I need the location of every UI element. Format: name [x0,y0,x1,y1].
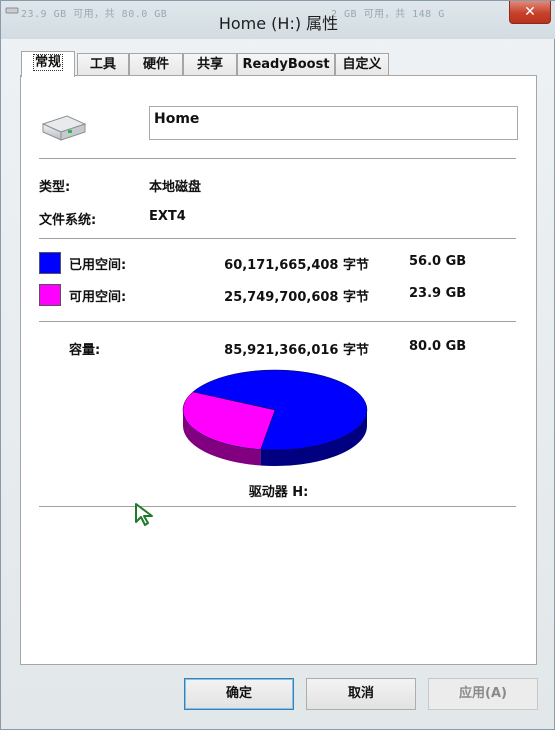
divider [39,506,516,507]
type-label: 类型: [39,180,71,195]
window-title: Home (H:) 属性 [218,14,339,33]
type-value: 本地磁盘 [149,180,202,195]
close-icon: ✕ [524,4,536,20]
tab-tools[interactable]: 工具 [77,53,129,75]
tab-customize[interactable]: 自定义 [335,53,389,75]
divider [39,238,516,239]
tab-readyboost[interactable]: ReadyBoost [237,53,335,75]
filesystem-value: EXT4 [149,209,186,224]
tab-hardware[interactable]: 硬件 [129,53,183,75]
used-space-color-swatch [39,252,61,274]
filesystem-label: 文件系统: [39,213,97,228]
free-space-size: 23.9 GB [409,286,467,301]
title-bar[interactable]: 23.9 GB 可用，共 80.0 GB 2 GB 可用，共 148 G Hom… [1,1,555,39]
hard-drive-icon [41,115,87,141]
tab-sharing[interactable]: 共享 [183,53,237,75]
apply-button[interactable]: 应用(A) [428,678,538,710]
used-space-size: 56.0 GB [409,254,467,269]
disk-usage-pie-chart [182,369,368,466]
close-button[interactable]: ✕ [509,1,551,24]
used-space-label: 已用空间: [69,258,127,273]
ok-button[interactable]: 确定 [184,678,294,710]
volume-name-input[interactable]: Home [149,106,518,140]
capacity-label: 容量: [69,343,101,358]
general-tab-panel: Home 类型: 本地磁盘 文件系统: EXT4 已用空间: 60,171,66… [20,75,537,665]
properties-window: 23.9 GB 可用，共 80.0 GB 2 GB 可用，共 148 G Hom… [0,0,555,730]
used-space-bytes: 60,171,665,408 字节 [224,258,369,273]
free-space-label: 可用空间: [69,290,127,305]
divider [39,158,516,159]
capacity-bytes: 85,921,366,016 字节 [224,343,369,358]
free-space-color-swatch [39,284,61,306]
mouse-pointer-icon [135,503,153,526]
cancel-button[interactable]: 取消 [306,678,416,710]
divider [39,321,516,322]
tab-general[interactable]: 常规 [21,51,75,77]
drive-letter-label: 驱动器 H: [248,485,309,500]
free-space-bytes: 25,749,700,608 字节 [224,290,369,305]
capacity-size: 80.0 GB [409,339,467,354]
